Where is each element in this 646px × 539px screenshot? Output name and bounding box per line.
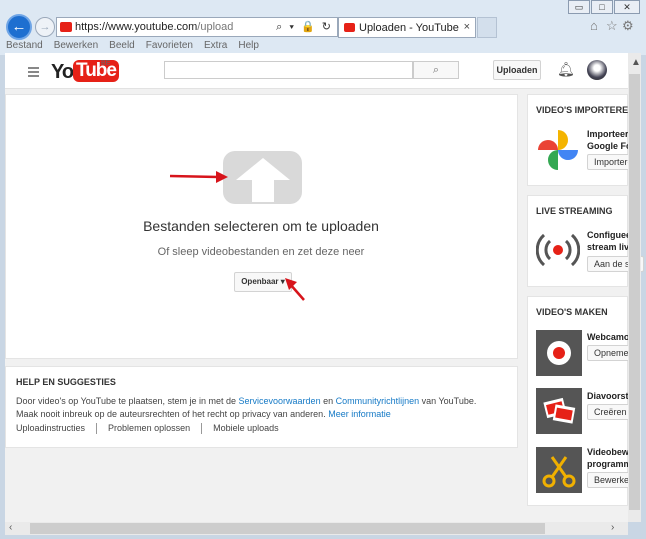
record-icon	[547, 341, 571, 365]
upload-title[interactable]: Bestanden selecteren om te uploaden	[6, 218, 516, 234]
horizontal-scroll-thumb[interactable]	[30, 523, 545, 534]
search-input[interactable]	[164, 61, 413, 79]
menu-bestand[interactable]: Bestand	[6, 39, 43, 53]
address-url[interactable]: https://www.youtube.com/upload	[75, 21, 233, 33]
forward-arrow-icon: →	[39, 21, 51, 33]
import-text-1: Importeer j	[587, 129, 634, 139]
help-title: HELP EN SUGGESTIES	[16, 377, 116, 387]
upload-button[interactable]: Uploaden	[493, 60, 541, 80]
upload-subtitle: Of sleep videobestanden en zet deze neer	[157, 246, 365, 258]
help-text-1: Door video's op YouTube te plaatsen, ste…	[16, 396, 239, 406]
close-window-button[interactable]: ✕	[614, 0, 640, 14]
live-broadcast-icon	[536, 233, 580, 267]
guidelines-link[interactable]: Communityrichtlijnen	[336, 396, 420, 406]
address-controls[interactable]: ⌕ ▾ 🔒 ↻	[276, 20, 333, 34]
more-info-link[interactable]: Meer informatie	[328, 409, 391, 419]
terms-link[interactable]: Servicevoorwaarden	[239, 396, 321, 406]
scroll-right-icon[interactable]: ›	[611, 522, 614, 533]
avatar[interactable]	[587, 60, 607, 80]
menu-favorieten[interactable]: Favorieten	[146, 39, 193, 53]
troubleshoot-link[interactable]: Problemen oplossen	[96, 423, 201, 434]
help-links: Uploadinstructies Problemen oplossen Mob…	[16, 423, 290, 434]
guide-menu-icon[interactable]	[28, 67, 39, 79]
menu-beeld[interactable]: Beeld	[109, 39, 135, 53]
help-text-3: van YouTube.	[419, 396, 477, 406]
menu-extra[interactable]: Extra	[204, 39, 227, 53]
home-icon[interactable]: ⌂	[590, 18, 598, 33]
upload-instructions-link[interactable]: Uploadinstructies	[16, 423, 96, 434]
minimize-button[interactable]: ▭	[568, 0, 590, 14]
youtube-favicon-icon	[60, 22, 72, 32]
live-title: LIVE STREAMING	[536, 206, 613, 216]
maximize-button[interactable]: □	[591, 0, 613, 14]
privacy-label: Openbaar	[241, 277, 279, 286]
scissors-icon	[542, 456, 576, 488]
help-text-2: en	[320, 396, 336, 406]
search-button[interactable]: ⌕	[413, 61, 459, 79]
notifications-bell-icon[interactable]: 🔔︎	[557, 61, 575, 78]
make-title: VIDEO'S MAKEN	[536, 307, 608, 317]
new-tab-button[interactable]	[477, 17, 497, 38]
forward-button[interactable]: →	[35, 17, 55, 37]
browser-tab[interactable]: Uploaden - YouTube ×	[338, 17, 476, 38]
menu-bar: Bestand Bewerken Beeld Favorieten Extra …	[0, 39, 646, 53]
back-arrow-icon: ←	[11, 18, 27, 35]
menu-bewerken[interactable]: Bewerken	[54, 39, 98, 53]
live-text-2: stream live	[587, 242, 635, 252]
gear-icon[interactable]: ⚙	[622, 18, 634, 34]
address-bar[interactable]: https://www.youtube.com/upload ⌕ ▾ 🔒 ↻	[56, 17, 338, 37]
scroll-up-icon[interactable]: ▲	[631, 57, 641, 68]
tab-close-icon[interactable]: ×	[464, 21, 470, 33]
back-button[interactable]: ←	[6, 14, 32, 40]
slideshow-icon	[543, 397, 576, 424]
help-text: Door video's op YouTube te plaatsen, ste…	[16, 395, 511, 421]
tab-title: Uploaden - YouTube	[359, 22, 459, 34]
import-title: VIDEO'S IMPORTEREN	[536, 105, 635, 115]
search-icon: ⌕	[432, 64, 440, 76]
tab-favicon-icon	[344, 23, 355, 32]
annotation-arrow-2	[285, 278, 305, 301]
logo-region: BE	[101, 60, 111, 67]
mobile-uploads-link[interactable]: Mobiele uploads	[201, 423, 290, 434]
star-icon[interactable]: ☆	[606, 18, 618, 34]
google-photos-icon	[538, 130, 578, 170]
help-text-4: Maak nooit inbreuk op de auteursrechten …	[16, 409, 329, 419]
url-path: /upload	[197, 21, 234, 33]
upload-arrow-head	[236, 158, 290, 180]
create-button[interactable]: Creëren	[587, 404, 634, 420]
annotation-arrow-1	[169, 171, 228, 183]
url-domain: https://www.youtube.com	[75, 21, 198, 33]
editor-text-1: Videobewe	[587, 447, 634, 457]
menu-help[interactable]: Help	[238, 39, 259, 53]
webcam-thumbnail[interactable]	[536, 330, 582, 376]
vertical-scroll-thumb[interactable]	[629, 74, 640, 510]
scroll-left-icon[interactable]: ‹	[9, 522, 12, 533]
window-controls: ▭ □ ✕	[568, 0, 640, 14]
logo-tube[interactable]: Tube	[73, 60, 119, 82]
upload-arrow-stem	[252, 180, 274, 202]
slideshow-text: Diavoorste	[587, 391, 634, 401]
editor-thumbnail[interactable]	[536, 447, 582, 493]
slideshow-thumbnail[interactable]	[536, 388, 582, 434]
